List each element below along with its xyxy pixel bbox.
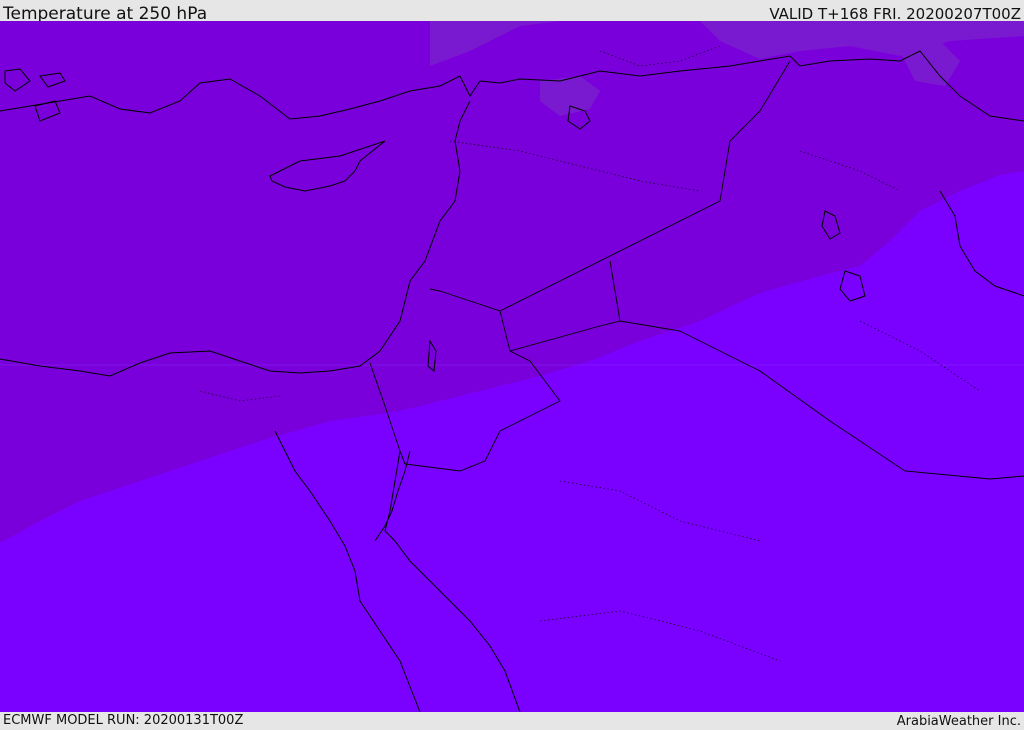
footer-bar: ECMWF MODEL RUN: 20200131T00Z ArabiaWeat… — [0, 712, 1024, 729]
model-run-label: ECMWF MODEL RUN: 20200131T00Z — [3, 713, 244, 728]
weather-map — [0, 21, 1024, 712]
credit-label: ArabiaWeather Inc. — [896, 714, 1021, 729]
header-bar: Temperature at 250 hPa VALID T+168 FRI. … — [0, 0, 1024, 24]
